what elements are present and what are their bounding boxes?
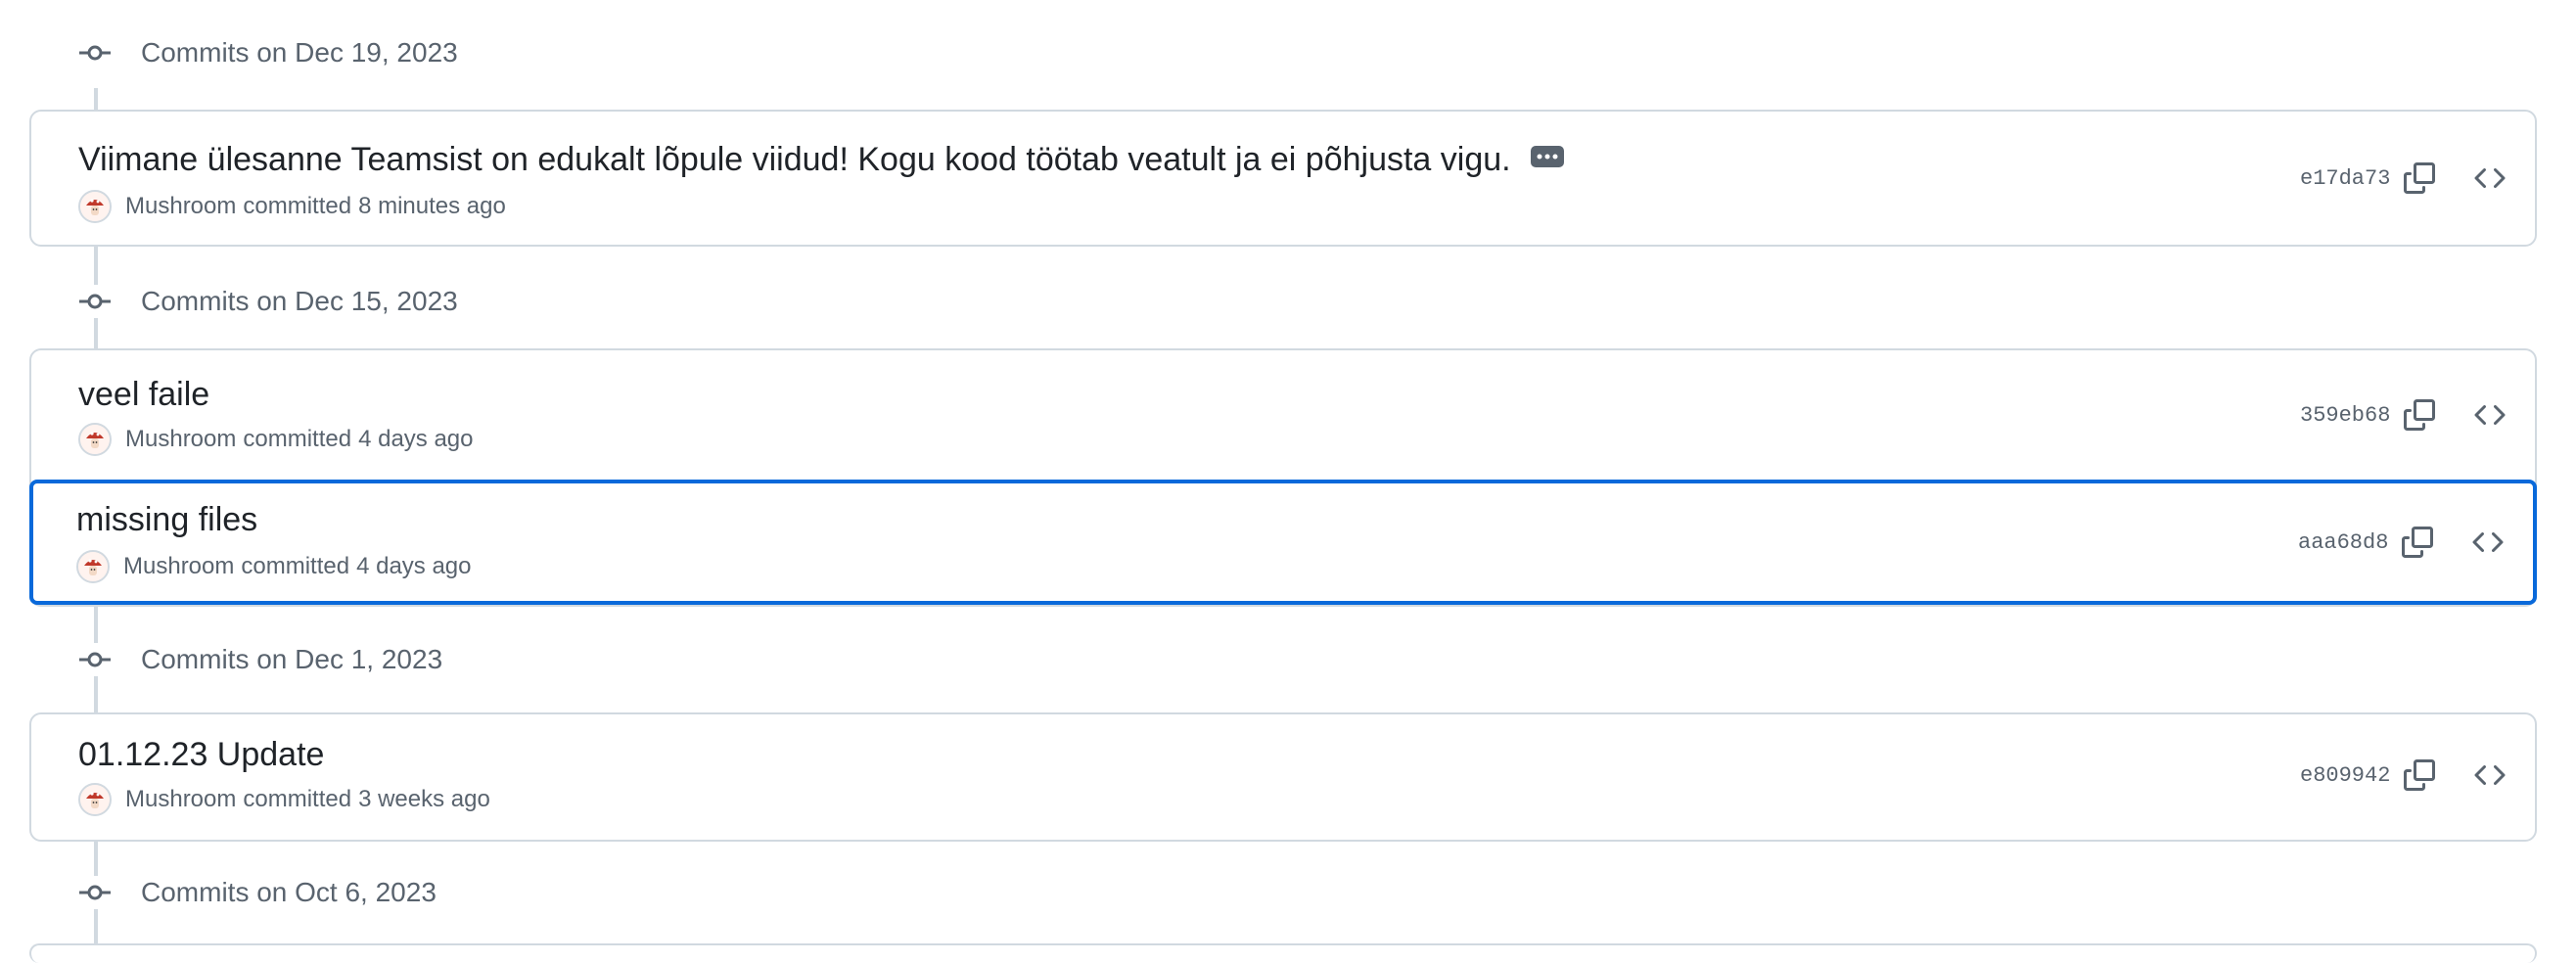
commit-group-date: Commits on Dec 1, 2023 [141,644,443,674]
commit-row[interactable]: Viimane ülesanne Teamsist on edukalt lõp… [31,112,2535,245]
copy-icon[interactable] [2398,754,2441,797]
commit-group-list [29,943,2537,963]
commit-title-link[interactable]: veel faile [78,376,209,414]
copy-icon[interactable] [2398,157,2441,200]
commit-row[interactable]: missing files Mushroom committed 4 days … [29,480,2537,605]
commit-group-list: veel faile Mushroom committed 4 days ago… [29,348,2537,607]
commit-time: 4 days ago [358,426,474,452]
code-icon[interactable] [2468,157,2511,200]
commit-title-link[interactable]: 01.12.23 Update [78,736,324,774]
commit-sha-link[interactable]: 359eb68 [2300,403,2390,428]
git-commit-icon [78,36,112,69]
commit-title-link[interactable]: Viimane ülesanne Teamsist on edukalt lõp… [78,141,1511,179]
commit-group-header: Commits on Dec 15, 2023 [78,280,458,323]
commit-author[interactable]: Mushroom [123,553,234,580]
code-icon[interactable] [2468,754,2511,797]
kebab-horizontal-icon[interactable] [1530,145,1564,167]
avatar[interactable] [78,190,112,223]
commit-author[interactable]: Mushroom [125,193,236,220]
timeline-line [94,88,98,110]
commit-group-header: Commits on Oct 6, 2023 [78,871,437,914]
commit-action: committed [243,193,352,219]
commit-sha-link[interactable]: aaa68d8 [2298,530,2388,555]
commit-group-list: 01.12.23 Update Mushroom committed 3 wee… [29,712,2537,842]
commit-author[interactable]: Mushroom [125,426,236,453]
code-icon[interactable] [2466,521,2509,564]
commit-group-date: Commits on Dec 19, 2023 [141,37,458,68]
commit-sha-link[interactable]: e809942 [2300,763,2390,788]
commit-time: 3 weeks ago [358,786,490,812]
commit-row[interactable]: 01.12.23 Update Mushroom committed 3 wee… [31,714,2535,840]
avatar[interactable] [78,783,112,816]
commit-action: committed [243,786,352,812]
commit-title-link[interactable]: missing files [76,501,257,539]
commit-group-header: Commits on Dec 19, 2023 [78,31,458,74]
commit-time: 8 minutes ago [358,193,506,219]
commit-time: 4 days ago [356,553,472,579]
commit-group-date: Commits on Oct 6, 2023 [141,877,437,907]
commit-action: committed [243,426,352,452]
commit-sha-link[interactable]: e17da73 [2300,166,2390,191]
avatar[interactable] [78,423,112,456]
git-commit-icon [78,285,112,318]
git-commit-icon [78,643,112,676]
commit-group-header: Commits on Dec 1, 2023 [78,638,442,681]
code-icon[interactable] [2468,393,2511,436]
commit-action: committed [241,553,350,579]
avatar[interactable] [76,550,110,583]
commit-group-list: Viimane ülesanne Teamsist on edukalt lõp… [29,110,2537,247]
commit-author[interactable]: Mushroom [125,786,236,813]
git-commit-icon [78,876,112,909]
commit-row[interactable]: veel faile Mushroom committed 4 days ago… [31,350,2535,482]
copy-icon[interactable] [2398,393,2441,436]
commit-group-date: Commits on Dec 15, 2023 [141,286,458,316]
copy-icon[interactable] [2396,521,2439,564]
